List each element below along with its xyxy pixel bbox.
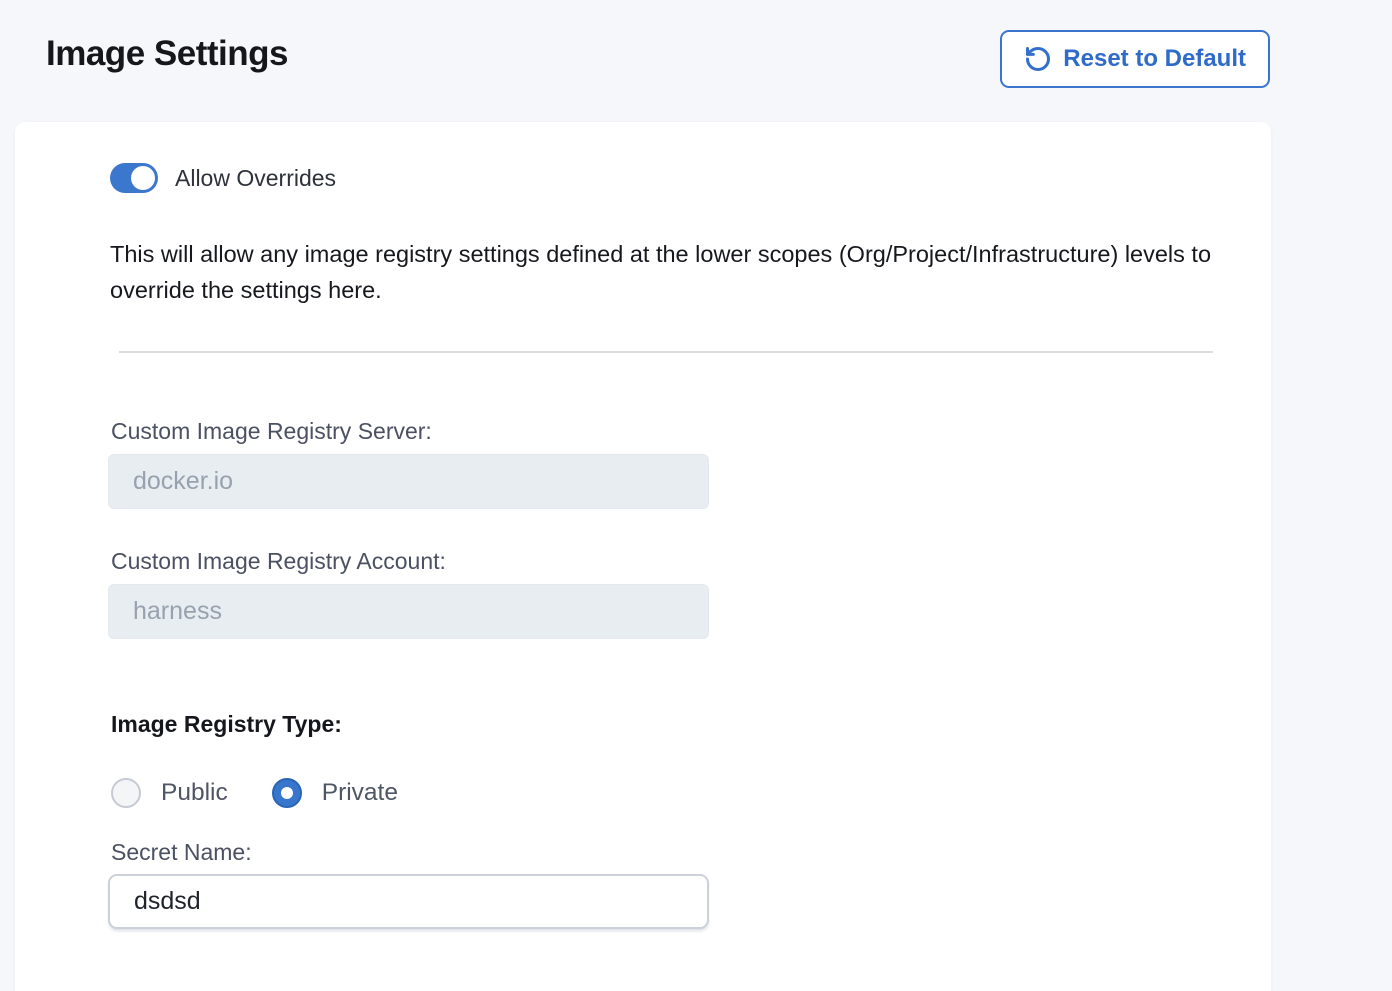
registry-server-label: Custom Image Registry Server: bbox=[111, 418, 432, 445]
reset-to-default-button[interactable]: Reset to Default bbox=[1000, 30, 1270, 88]
radio-option-public[interactable]: Public bbox=[111, 778, 228, 808]
overrides-description: This will allow any image registry setti… bbox=[110, 236, 1225, 308]
registry-type-radio-group: Public Private bbox=[111, 778, 398, 808]
secret-name-input[interactable] bbox=[108, 874, 709, 929]
allow-overrides-label: Allow Overrides bbox=[175, 165, 336, 192]
reset-icon bbox=[1024, 45, 1052, 73]
registry-type-label: Image Registry Type: bbox=[111, 711, 342, 738]
secret-name-label: Secret Name: bbox=[111, 839, 252, 866]
reset-button-label: Reset to Default bbox=[1063, 45, 1246, 73]
radio-private-label: Private bbox=[322, 779, 398, 807]
allow-overrides-row: Allow Overrides bbox=[110, 163, 336, 193]
section-divider bbox=[119, 351, 1213, 353]
registry-account-input[interactable] bbox=[108, 584, 709, 639]
page-title: Image Settings bbox=[46, 34, 288, 74]
radio-public-label: Public bbox=[161, 779, 228, 807]
toggle-knob bbox=[131, 166, 155, 190]
registry-account-label: Custom Image Registry Account: bbox=[111, 548, 446, 575]
radio-circle-unselected-icon bbox=[111, 778, 141, 808]
image-settings-card: Allow Overrides This will allow any imag… bbox=[15, 122, 1271, 991]
registry-server-input[interactable] bbox=[108, 454, 709, 509]
radio-circle-selected-icon bbox=[272, 778, 302, 808]
allow-overrides-toggle[interactable] bbox=[110, 163, 158, 193]
radio-option-private[interactable]: Private bbox=[272, 778, 398, 808]
